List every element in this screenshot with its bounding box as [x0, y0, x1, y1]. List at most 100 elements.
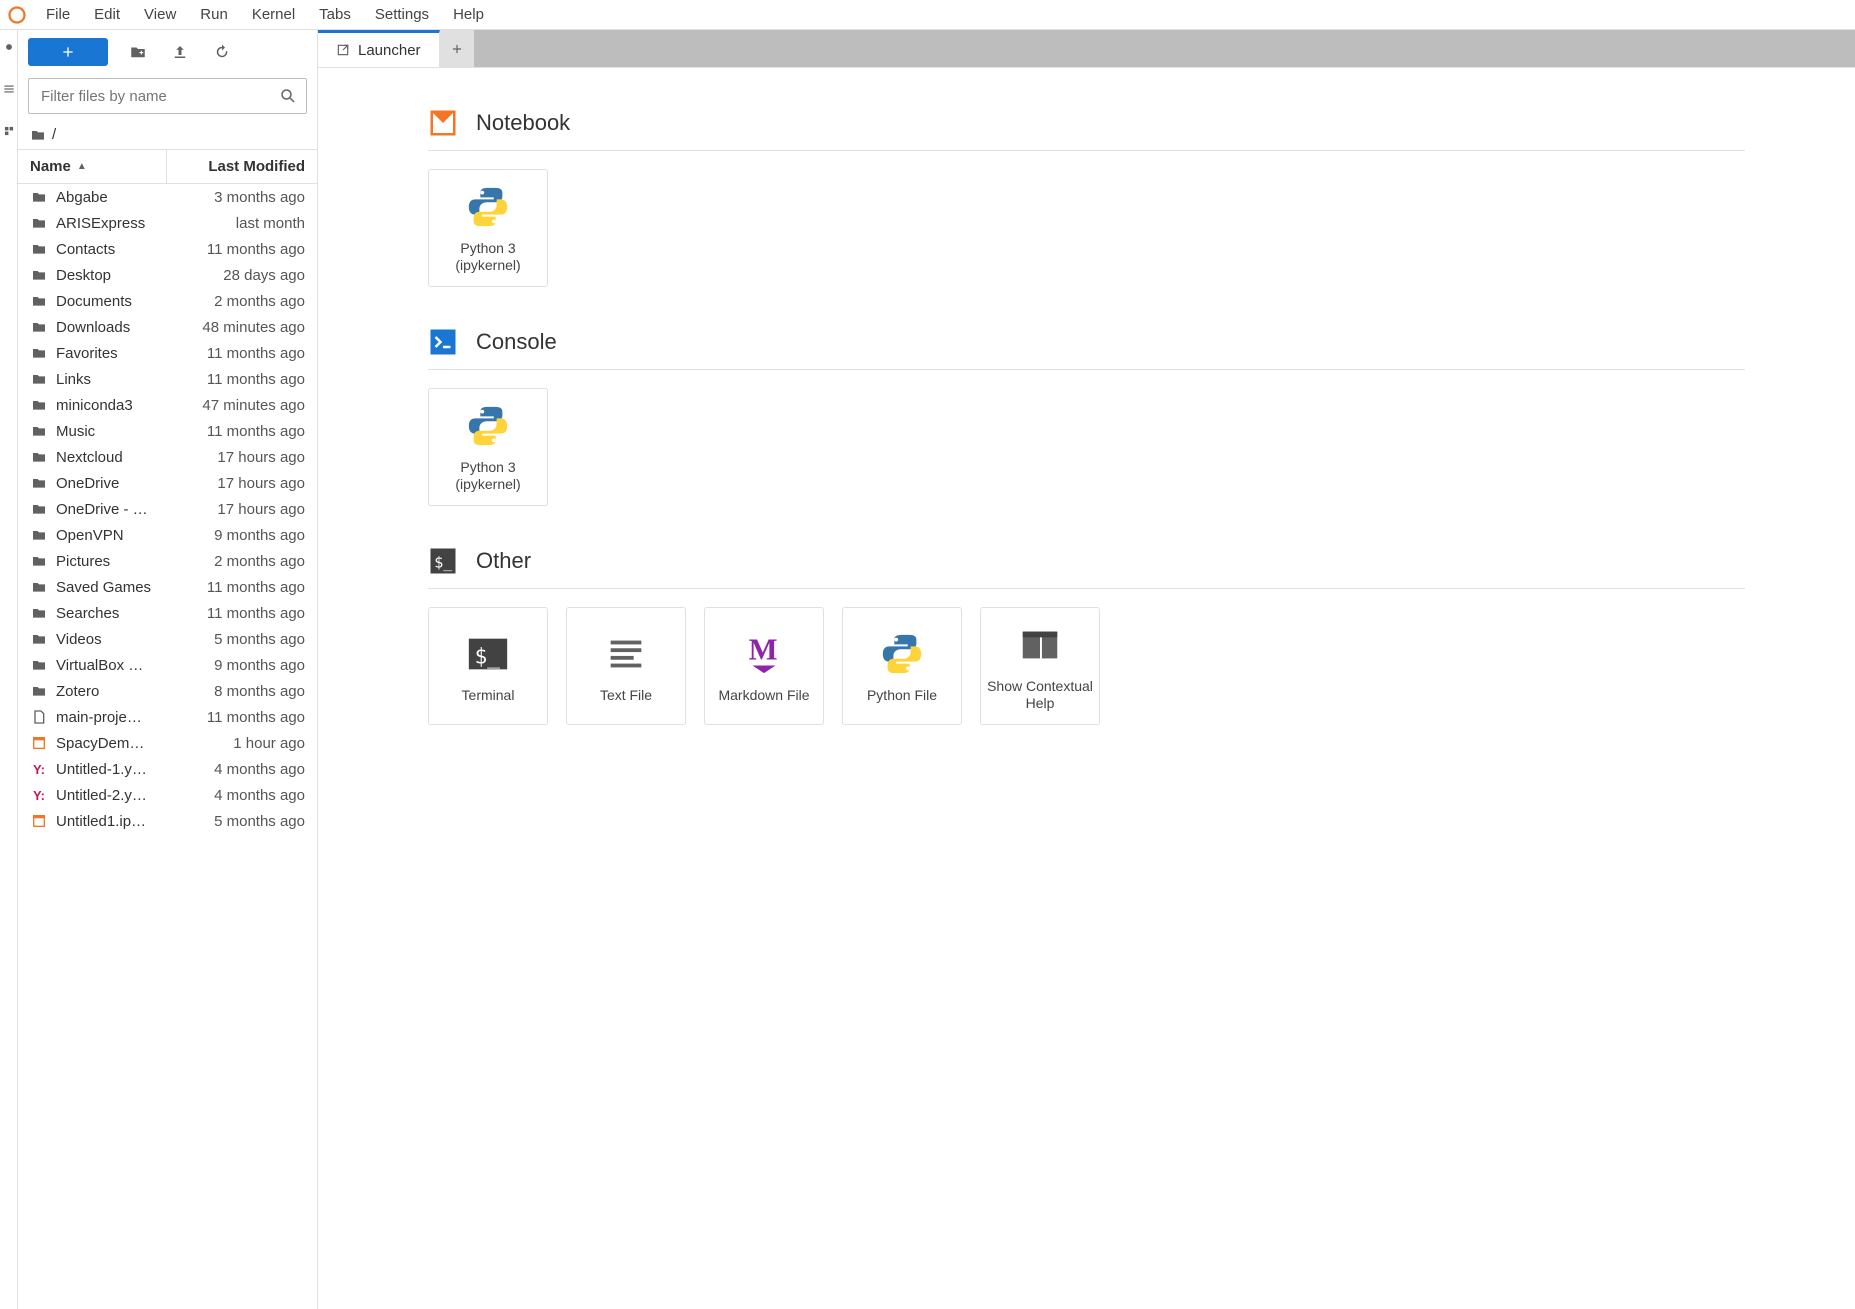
file-row[interactable]: miniconda347 minutes ago: [18, 392, 317, 418]
file-modified: 9 months ago: [165, 657, 305, 674]
card-label: Markdown File: [718, 687, 809, 704]
file-modified: 47 minutes ago: [165, 397, 305, 414]
new-launcher-button[interactable]: [28, 38, 108, 66]
file-name: ARISExpress: [56, 215, 165, 232]
file-row[interactable]: OneDrive17 hours ago: [18, 470, 317, 496]
folder-icon: [30, 318, 48, 336]
file-modified: last month: [165, 215, 305, 232]
file-row[interactable]: OneDrive - …17 hours ago: [18, 496, 317, 522]
file-row[interactable]: Favorites11 months ago: [18, 340, 317, 366]
file-row[interactable]: Pictures2 months ago: [18, 548, 317, 574]
menu-settings[interactable]: Settings: [363, 2, 441, 27]
svg-text:M: M: [749, 632, 778, 666]
menu-file[interactable]: File: [34, 2, 82, 27]
file-list-header: Name ▲ Last Modified: [18, 149, 317, 184]
console-section-icon: [428, 327, 458, 357]
file-name: Pictures: [56, 553, 165, 570]
launcher-card-markdown[interactable]: M Markdown File: [704, 607, 824, 725]
launcher-section-notebook: NotebookPython 3(ipykernel): [428, 108, 1745, 287]
file-row[interactable]: ARISExpresslast month: [18, 210, 317, 236]
new-folder-button[interactable]: [126, 40, 150, 64]
tab-launcher[interactable]: Launcher: [318, 30, 440, 67]
file-name: Saved Games: [56, 579, 165, 596]
file-row[interactable]: Nextcloud17 hours ago: [18, 444, 317, 470]
file-row[interactable]: Videos5 months ago: [18, 626, 317, 652]
file-name: OneDrive - …: [56, 501, 165, 518]
file-row[interactable]: Untitled1.ip…5 months ago: [18, 808, 317, 834]
file-name: Untitled1.ip…: [56, 813, 165, 830]
launcher-card-terminal[interactable]: $_Terminal: [428, 607, 548, 725]
menu-kernel[interactable]: Kernel: [240, 2, 307, 27]
notebook-icon: [30, 734, 48, 752]
file-row[interactable]: VirtualBox …9 months ago: [18, 652, 317, 678]
file-row[interactable]: SpacyDem…1 hour ago: [18, 730, 317, 756]
folder-icon: [30, 448, 48, 466]
launcher-card-python[interactable]: Python File: [842, 607, 962, 725]
launcher-card-textfile[interactable]: Text File: [566, 607, 686, 725]
rail-extensions-icon[interactable]: [2, 124, 16, 138]
folder-icon: [30, 630, 48, 648]
menu-view[interactable]: View: [132, 2, 188, 27]
file-name: Untitled-1.y…: [56, 761, 165, 778]
launcher-card-python[interactable]: Python 3(ipykernel): [428, 388, 548, 506]
file-modified: 11 months ago: [165, 241, 305, 258]
menu-run[interactable]: Run: [188, 2, 240, 27]
file-modified: 11 months ago: [165, 371, 305, 388]
folder-icon: [30, 370, 48, 388]
upload-icon: [171, 43, 189, 61]
yaml-icon: Y:: [30, 760, 48, 778]
textfile-icon: [601, 629, 651, 679]
breadcrumb[interactable]: /: [18, 120, 317, 149]
file-row[interactable]: Searches11 months ago: [18, 600, 317, 626]
column-name[interactable]: Name ▲: [18, 150, 167, 183]
file-modified: 48 minutes ago: [165, 319, 305, 336]
file-row[interactable]: Y:Untitled-2.y…4 months ago: [18, 782, 317, 808]
file-name: Documents: [56, 293, 165, 310]
launcher-card-help[interactable]: Show ContextualHelp: [980, 607, 1100, 725]
python-icon: [463, 401, 513, 451]
card-label: Text File: [600, 687, 652, 704]
file-name: Videos: [56, 631, 165, 648]
file-row[interactable]: OpenVPN9 months ago: [18, 522, 317, 548]
file-modified: 4 months ago: [165, 787, 305, 804]
file-modified: 28 days ago: [165, 267, 305, 284]
file-row[interactable]: Saved Games11 months ago: [18, 574, 317, 600]
upload-button[interactable]: [168, 40, 192, 64]
file-row[interactable]: Documents2 months ago: [18, 288, 317, 314]
file-name: Music: [56, 423, 165, 440]
launcher-section-other: $_Other$_TerminalText FileMMarkdown File…: [428, 546, 1745, 725]
file-row[interactable]: Desktop28 days ago: [18, 262, 317, 288]
main-area: Launcher NotebookPython 3(ipykernel)Cons…: [318, 30, 1855, 1309]
file-row[interactable]: Contacts11 months ago: [18, 236, 317, 262]
rail-folder-icon[interactable]: [2, 40, 16, 54]
tab-bar: Launcher: [318, 30, 1855, 68]
column-modified[interactable]: Last Modified: [167, 150, 317, 183]
file-browser: / Name ▲ Last Modified Abgabe3 months ag…: [18, 30, 318, 1309]
file-filter-input[interactable]: [28, 78, 307, 114]
file-row[interactable]: Zotero8 months ago: [18, 678, 317, 704]
help-icon: [1015, 620, 1065, 670]
sort-ascending-icon: ▲: [77, 161, 87, 172]
file-row[interactable]: Abgabe3 months ago: [18, 184, 317, 210]
breadcrumb-root: /: [52, 126, 56, 143]
menubar: FileEditViewRunKernelTabsSettingsHelp: [0, 0, 1855, 30]
file-row[interactable]: Y: Untitled-1.y…4 months ago: [18, 756, 317, 782]
rail-list-icon[interactable]: [2, 82, 16, 96]
plus-icon: [60, 44, 76, 60]
file-row[interactable]: main-proje…11 months ago: [18, 704, 317, 730]
file-modified: 11 months ago: [165, 579, 305, 596]
file-row[interactable]: Links11 months ago: [18, 366, 317, 392]
activity-bar: [0, 30, 18, 1309]
menu-tabs[interactable]: Tabs: [307, 2, 363, 27]
plus-icon: [450, 42, 464, 56]
menu-edit[interactable]: Edit: [82, 2, 132, 27]
folder-icon: [30, 552, 48, 570]
refresh-button[interactable]: [210, 40, 234, 64]
launcher-card-python[interactable]: Python 3(ipykernel): [428, 169, 548, 287]
file-row[interactable]: Downloads48 minutes ago: [18, 314, 317, 340]
add-tab-button[interactable]: [440, 30, 474, 67]
menu-help[interactable]: Help: [441, 2, 496, 27]
file-row[interactable]: Music11 months ago: [18, 418, 317, 444]
file-modified: 4 months ago: [165, 761, 305, 778]
tab-label: Launcher: [358, 42, 421, 59]
